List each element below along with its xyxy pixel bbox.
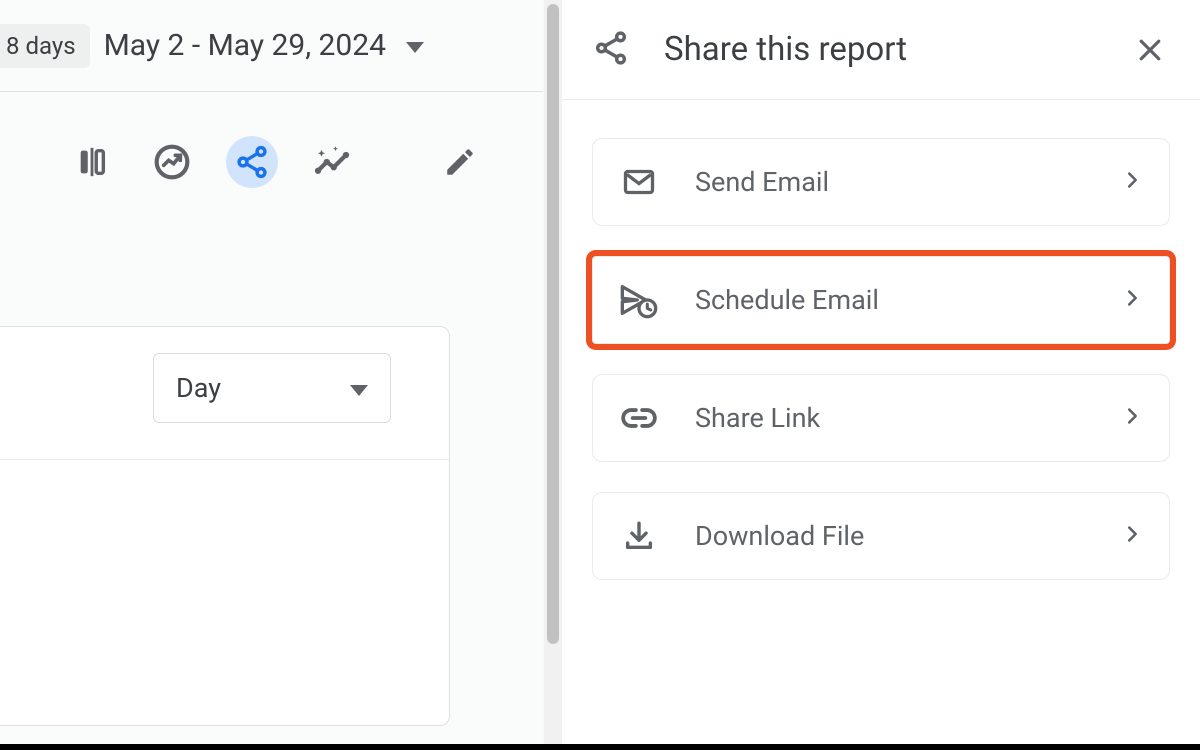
link-icon (619, 399, 659, 437)
schedule-email-option[interactable]: Schedule Email (592, 256, 1170, 344)
granularity-label: Day (176, 372, 221, 404)
schedule-send-icon (619, 280, 659, 320)
trend-circle-icon (152, 142, 192, 182)
trend-button[interactable] (146, 136, 198, 188)
option-label: Send Email (695, 166, 1085, 198)
download-icon (619, 519, 659, 553)
toolbar (0, 92, 543, 202)
date-range-picker[interactable]: May 2 - May 29, 2024 (104, 28, 424, 63)
share-panel: Share this report Send Email (562, 0, 1200, 750)
option-label: Schedule Email (695, 284, 1085, 316)
chevron-right-icon (1121, 523, 1143, 549)
report-left-pane: 8 days May 2 - May 29, 2024 (0, 0, 543, 750)
send-email-option[interactable]: Send Email (592, 138, 1170, 226)
pencil-icon (443, 145, 477, 179)
compare-columns-icon (75, 145, 109, 179)
share-header-icon (592, 29, 630, 71)
date-range-label: May 2 - May 29, 2024 (104, 28, 386, 63)
close-button[interactable] (1130, 30, 1170, 70)
chevron-right-icon (1121, 169, 1143, 195)
date-range-bar: 8 days May 2 - May 29, 2024 (0, 0, 543, 92)
option-label: Share Link (695, 402, 1085, 434)
content-card: Day (0, 326, 450, 726)
bottom-border (0, 744, 1200, 750)
insights-button[interactable] (306, 136, 358, 188)
compare-columns-button[interactable] (66, 136, 118, 188)
close-icon (1135, 35, 1165, 65)
caret-down-icon (406, 42, 424, 53)
sparkle-trend-icon (311, 141, 353, 183)
download-file-option[interactable]: Download File (592, 492, 1170, 580)
edit-button[interactable] (434, 136, 486, 188)
share-button[interactable] (226, 136, 278, 188)
share-panel-title: Share this report (664, 30, 1096, 69)
scrollbar[interactable] (544, 0, 562, 750)
share-panel-header: Share this report (562, 0, 1200, 100)
card-divider (0, 459, 449, 460)
days-chip[interactable]: 8 days (0, 24, 90, 68)
share-options-list: Send Email Schedule Email (562, 100, 1200, 580)
option-label: Download File (695, 520, 1085, 552)
chevron-right-icon (1121, 405, 1143, 431)
share-icon (592, 29, 630, 67)
caret-down-icon (350, 385, 368, 396)
share-link-option[interactable]: Share Link (592, 374, 1170, 462)
granularity-select[interactable]: Day (153, 353, 391, 423)
scrollbar-thumb[interactable] (547, 4, 559, 644)
share-icon (234, 144, 270, 180)
mail-icon (619, 164, 659, 200)
chevron-right-icon (1121, 287, 1143, 313)
